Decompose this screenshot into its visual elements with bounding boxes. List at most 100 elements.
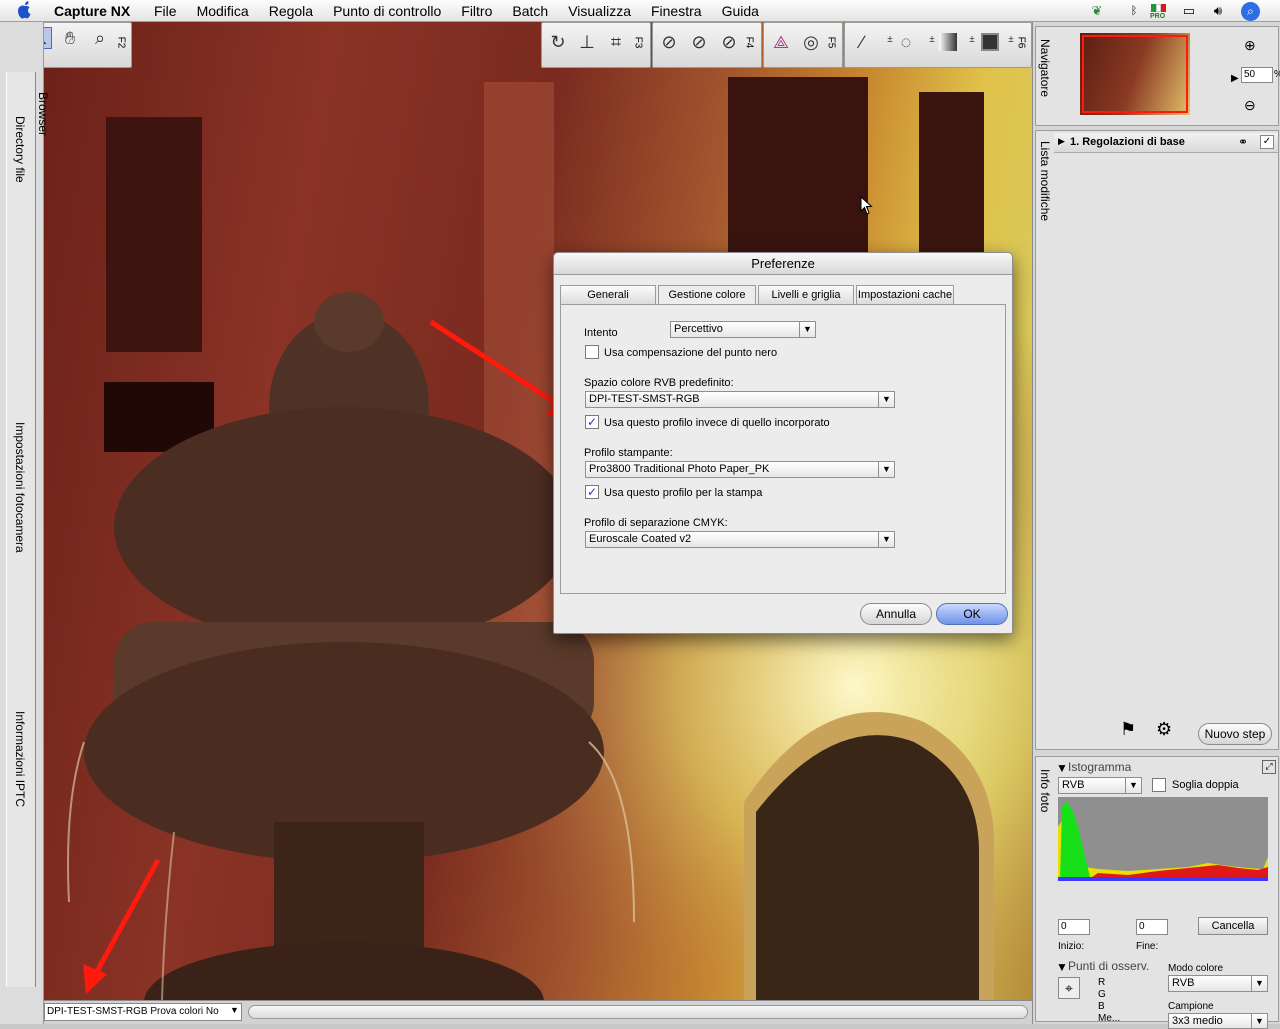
color-management-pane: Intento Percettivo ▼ Usa compensazione de…	[560, 304, 1006, 594]
red-eye-tool-icon[interactable]: ◎	[800, 31, 822, 53]
print-profile-checkbox[interactable]: ✓	[585, 485, 599, 499]
rgb-space-select[interactable]: DPI-TEST-SMST-RGB ▼	[585, 391, 895, 408]
observation-points-collapse-icon[interactable]: ▼	[1056, 960, 1068, 974]
sample-select[interactable]: 3x3 medio ▼	[1168, 1013, 1268, 1029]
apple-menu-icon[interactable]	[14, 1, 36, 21]
rotate-tool-icon[interactable]: ↻	[547, 31, 569, 53]
use-profile-label: Usa questo profilo invece di quello inco…	[604, 417, 830, 429]
zoom-out-icon[interactable]: ⊖	[1244, 97, 1256, 114]
chevron-down-icon: ▼	[1251, 1014, 1267, 1029]
menu-regola[interactable]: Regola	[259, 3, 323, 19]
value-b-label: B	[1098, 1001, 1105, 1012]
tab-directory-file[interactable]: Directory file	[6, 72, 36, 412]
menu-bar: Capture NX File Modifica Regola Punto di…	[0, 0, 1280, 22]
gradient-plus-minus-icon[interactable]: ±	[961, 29, 983, 51]
step-expand-icon[interactable]: ▶	[1058, 136, 1065, 147]
rgb-space-label: Spazio colore RVB predefinito:	[584, 377, 734, 389]
lasso-tool-icon[interactable]: ◌	[895, 31, 917, 53]
spotlight-search-icon[interactable]: ⌕	[1241, 2, 1260, 21]
cmyk-profile-select[interactable]: Euroscale Coated v2 ▼	[585, 531, 895, 548]
black-point-tool-icon[interactable]: ⊘	[658, 31, 680, 53]
tab-impostazioni-cache[interactable]: Impostazioni cache	[856, 285, 954, 305]
menu-visualizza[interactable]: Visualizza	[558, 3, 641, 19]
tab-iptc-info-label: Informazioni IPTC	[13, 711, 27, 808]
navigator-thumbnail[interactable]	[1080, 33, 1190, 115]
step-header[interactable]: ▶ 1. Regolazioni di base ⚭ ✓	[1054, 133, 1278, 153]
new-step-button[interactable]: Nuovo step	[1198, 723, 1272, 745]
tree-icon[interactable]: ❦	[1087, 2, 1107, 20]
toolbar-f4-label: F4	[743, 36, 755, 49]
toolbar-group-view: ⟁ ◎ F5	[763, 22, 843, 68]
menu-batch[interactable]: Batch	[502, 3, 558, 19]
toolbar-group-control-points: ⊘ ⊘ ⊘ F4	[652, 22, 762, 68]
value-g-label: G	[1098, 989, 1106, 1000]
chevron-down-icon: ▼	[799, 322, 815, 337]
cancel-button[interactable]: Annulla	[860, 603, 932, 625]
histogram-popout-icon[interactable]: ⤢	[1262, 760, 1276, 774]
tab-directory-file-label: Directory file	[13, 116, 27, 183]
fill-tool-icon[interactable]	[981, 33, 999, 51]
histogram-cancel-button[interactable]: Cancella	[1198, 917, 1268, 935]
add-flag-icon[interactable]: ⚑	[1120, 719, 1136, 740]
zoom-tool-icon[interactable]: ⌕	[89, 27, 111, 49]
browser-tab-label[interactable]: Browser	[36, 92, 50, 136]
tab-livelli-e-griglia[interactable]: Livelli e griglia	[758, 285, 854, 305]
tab-camera-settings[interactable]: Impostazioni fotocamera	[6, 402, 36, 702]
zoom-value-field[interactable]: 50	[1241, 67, 1273, 83]
display-icon[interactable]: ▭	[1179, 2, 1199, 20]
bluetooth-icon[interactable]: ᛒ	[1124, 2, 1144, 20]
double-threshold-checkbox[interactable]	[1152, 778, 1166, 792]
menu-finestra[interactable]: Finestra	[641, 3, 712, 19]
hand-tool-icon[interactable]: ✋︎	[59, 27, 81, 49]
status-chevron-down-icon[interactable]: ▼	[230, 1005, 239, 1015]
settings-gear-icon[interactable]: ⚙	[1156, 719, 1172, 740]
zoom-slider-arrow-icon[interactable]: ▶	[1231, 73, 1239, 84]
printer-profile-select[interactable]: Pro3800 Traditional Photo Paper_PK ▼	[585, 461, 895, 478]
menu-filtro[interactable]: Filtro	[451, 3, 502, 19]
histogram-collapse-icon[interactable]: ▼	[1056, 761, 1068, 775]
step-title: 1. Regolazioni di base	[1070, 136, 1185, 148]
language-flag-icon[interactable]: PRO	[1150, 2, 1168, 20]
tab-iptc-info[interactable]: Informazioni IPTC	[6, 687, 36, 987]
navigator-view-rect[interactable]	[1082, 35, 1188, 113]
toolbar-group-transform: ↻ ⊥ ⌗ F3	[541, 22, 651, 68]
histogram-start-field[interactable]: 0	[1058, 919, 1090, 935]
zoom-in-icon[interactable]: ⊕	[1244, 37, 1256, 54]
brush-tool-icon[interactable]: ∕	[851, 31, 873, 53]
tab-generali[interactable]: Generali	[560, 285, 656, 305]
tab-gestione-colore[interactable]: Gestione colore	[658, 285, 756, 305]
black-point-checkbox[interactable]	[585, 345, 599, 359]
mouse-cursor-icon	[860, 196, 873, 215]
menu-punto-di-controllo[interactable]: Punto di controllo	[323, 3, 451, 19]
straighten-tool-icon[interactable]: ⊥	[576, 31, 598, 53]
print-profile-label: Usa questo profilo per la stampa	[604, 487, 763, 499]
crop-tool-icon[interactable]: ⌗	[605, 31, 627, 53]
observation-point-crosshair-icon[interactable]: ⌖	[1058, 977, 1080, 999]
histogram-end-field[interactable]: 0	[1136, 919, 1168, 935]
status-bar: DPI-TEST-SMST-RGB Prova colori No ▼	[44, 1000, 1032, 1024]
use-profile-checkbox[interactable]: ✓	[585, 415, 599, 429]
menu-file[interactable]: File	[144, 3, 187, 19]
white-point-tool-icon[interactable]: ⊘	[718, 31, 740, 53]
ok-button[interactable]: OK	[936, 603, 1008, 625]
color-mode-select[interactable]: RVB ▼	[1168, 975, 1268, 992]
arrow-head-statusbar	[83, 964, 107, 994]
app-name-menu[interactable]: Capture NX	[54, 3, 130, 19]
step-link-icon[interactable]: ⚭	[1238, 135, 1248, 149]
horizontal-scrollbar[interactable]	[248, 1005, 1028, 1019]
menu-modifica[interactable]: Modifica	[187, 3, 259, 19]
histogram-start-label: Inizio:	[1058, 941, 1085, 952]
histogram-channel-select[interactable]: RVB ▼	[1058, 777, 1142, 794]
menu-guida[interactable]: Guida	[712, 3, 769, 19]
toolbar-f6-label: F6	[1015, 36, 1027, 49]
volume-icon[interactable]: 🔊︎	[1208, 2, 1228, 20]
step-enable-checkbox[interactable]: ✓	[1260, 135, 1274, 149]
soft-proof-status[interactable]: DPI-TEST-SMST-RGB Prova colori No	[44, 1003, 242, 1021]
intent-select[interactable]: Percettivo ▼	[670, 321, 816, 338]
chevron-down-icon: ▼	[1125, 778, 1141, 793]
value-me-label: Me...	[1098, 1013, 1121, 1024]
neutral-point-tool-icon[interactable]: ⊘	[688, 31, 710, 53]
color-control-point-icon[interactable]: ⟁	[770, 31, 792, 53]
observation-points-title: Punti di osserv.	[1068, 959, 1150, 973]
gradient-tool-icon[interactable]	[939, 33, 957, 51]
